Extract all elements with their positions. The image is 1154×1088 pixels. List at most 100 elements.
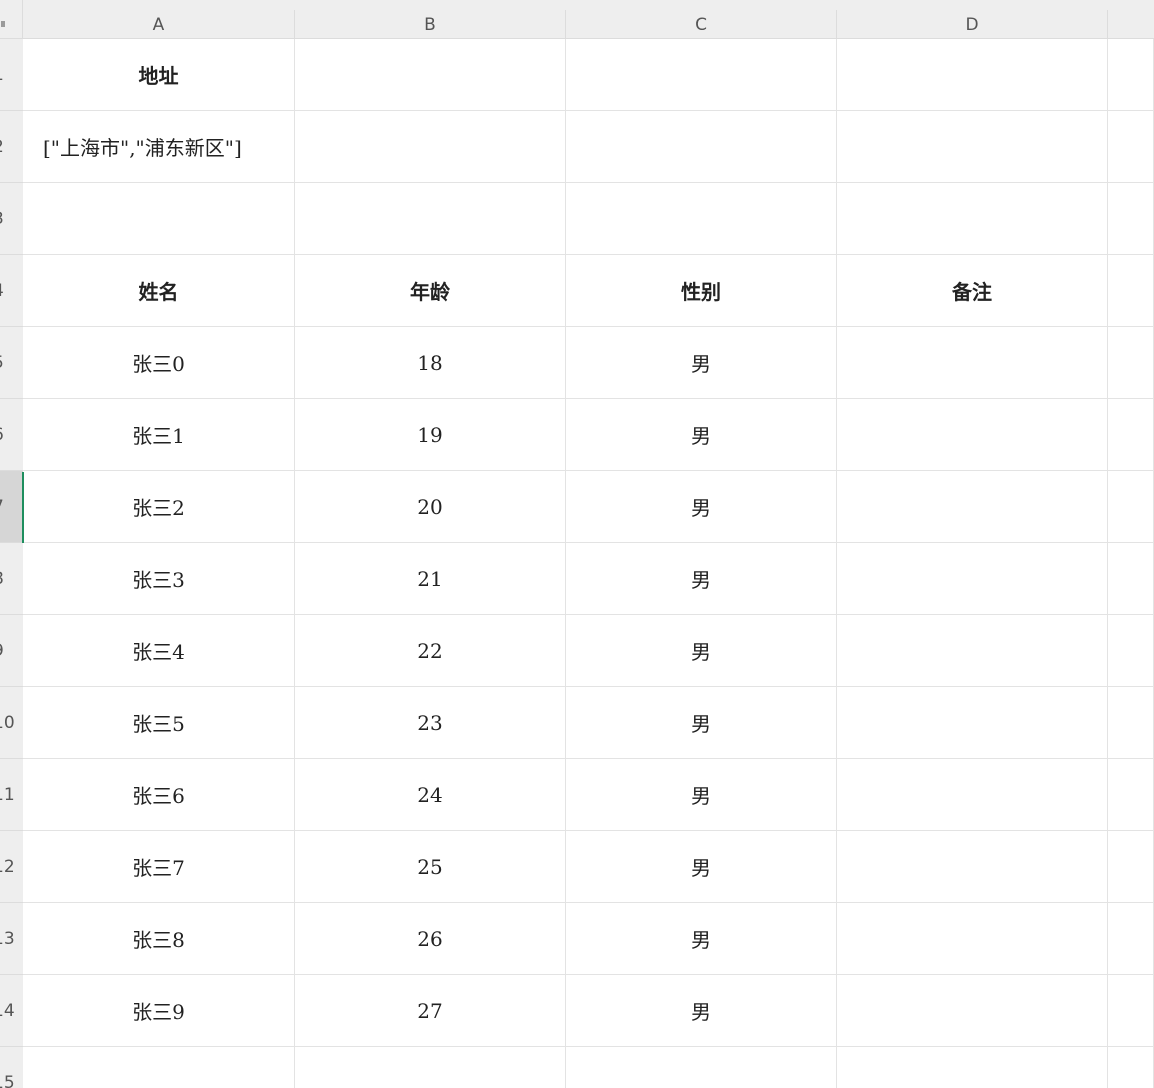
row-header-8[interactable]: 8 bbox=[0, 543, 23, 615]
row-header-1[interactable]: 1 bbox=[0, 39, 23, 111]
age-cell[interactable]: 18 bbox=[295, 327, 566, 399]
note-cell[interactable] bbox=[837, 471, 1108, 543]
name-cell[interactable]: 张三1 bbox=[23, 399, 295, 471]
empty-cell[interactable] bbox=[1108, 831, 1154, 903]
sheet-row-1: 地址 bbox=[23, 39, 1154, 111]
column-header-a[interactable]: A bbox=[23, 10, 295, 39]
row-header-14[interactable]: 14 bbox=[0, 975, 23, 1047]
cell-b1[interactable] bbox=[295, 39, 566, 111]
column-header-e[interactable] bbox=[1108, 10, 1154, 39]
name-cell[interactable]: 张三4 bbox=[23, 615, 295, 687]
cell-c1[interactable] bbox=[566, 39, 837, 111]
row-header-15[interactable]: 15 bbox=[0, 1047, 23, 1088]
name-cell[interactable]: 张三3 bbox=[23, 543, 295, 615]
empty-cell[interactable] bbox=[1108, 399, 1154, 471]
cell-e15[interactable] bbox=[1108, 1047, 1154, 1088]
age-cell[interactable]: 23 bbox=[295, 687, 566, 759]
empty-cell[interactable] bbox=[1108, 687, 1154, 759]
age-cell[interactable]: 25 bbox=[295, 831, 566, 903]
age-cell[interactable]: 20 bbox=[295, 471, 566, 543]
row-header-9[interactable]: 9 bbox=[0, 615, 23, 687]
row-header-3[interactable]: 3 bbox=[0, 183, 23, 255]
table-row: 张三0 18 男 bbox=[23, 327, 1154, 399]
cell-a1[interactable]: 地址 bbox=[23, 39, 295, 111]
header-cell-note[interactable]: 备注 bbox=[837, 255, 1108, 327]
name-cell[interactable]: 张三5 bbox=[23, 687, 295, 759]
row-header-12[interactable]: 12 bbox=[0, 831, 23, 903]
empty-cell[interactable] bbox=[1108, 903, 1154, 975]
age-cell[interactable]: 26 bbox=[295, 903, 566, 975]
gender-cell[interactable]: 男 bbox=[566, 903, 837, 975]
age-cell[interactable]: 24 bbox=[295, 759, 566, 831]
cell-a15[interactable] bbox=[23, 1047, 295, 1088]
row-header-6[interactable]: 6 bbox=[0, 399, 23, 471]
cell-d3[interactable] bbox=[837, 183, 1108, 255]
name-cell[interactable]: 张三9 bbox=[23, 975, 295, 1047]
cell-b15[interactable] bbox=[295, 1047, 566, 1088]
column-header-c[interactable]: C bbox=[566, 10, 837, 39]
name-cell[interactable]: 张三8 bbox=[23, 903, 295, 975]
gender-cell[interactable]: 男 bbox=[566, 471, 837, 543]
row-number: 4 bbox=[0, 281, 4, 301]
note-cell[interactable] bbox=[837, 975, 1108, 1047]
age-cell[interactable]: 22 bbox=[295, 615, 566, 687]
header-cell-gender[interactable]: 性别 bbox=[566, 255, 837, 327]
cell-e2[interactable] bbox=[1108, 111, 1154, 183]
cell-c15[interactable] bbox=[566, 1047, 837, 1088]
empty-cell[interactable] bbox=[1108, 615, 1154, 687]
note-cell[interactable] bbox=[837, 327, 1108, 399]
note-cell[interactable] bbox=[837, 615, 1108, 687]
empty-cell[interactable] bbox=[1108, 327, 1154, 399]
gender-cell[interactable]: 男 bbox=[566, 975, 837, 1047]
name-cell[interactable]: 张三0 bbox=[23, 327, 295, 399]
cell-e1[interactable] bbox=[1108, 39, 1154, 111]
cell-c2[interactable] bbox=[566, 111, 837, 183]
cell-b3[interactable] bbox=[295, 183, 566, 255]
name-cell[interactable]: 张三7 bbox=[23, 831, 295, 903]
age-cell[interactable]: 19 bbox=[295, 399, 566, 471]
row-header-2[interactable]: 2 bbox=[0, 111, 23, 183]
row-header-5[interactable]: 5 bbox=[0, 327, 23, 399]
age-cell[interactable]: 21 bbox=[295, 543, 566, 615]
row-header-11[interactable]: 11 bbox=[0, 759, 23, 831]
empty-cell[interactable] bbox=[1108, 471, 1154, 543]
cell-e3[interactable] bbox=[1108, 183, 1154, 255]
cell-c3[interactable] bbox=[566, 183, 837, 255]
column-header-b[interactable]: B bbox=[295, 10, 566, 39]
note-cell[interactable] bbox=[837, 759, 1108, 831]
cell-d2[interactable] bbox=[837, 111, 1108, 183]
age-cell[interactable]: 27 bbox=[295, 975, 566, 1047]
row-header-7[interactable]: 7 bbox=[0, 471, 23, 543]
gender-cell[interactable]: 男 bbox=[566, 327, 837, 399]
row-number: 6 bbox=[0, 425, 4, 445]
note-cell[interactable] bbox=[837, 399, 1108, 471]
empty-cell[interactable] bbox=[1108, 543, 1154, 615]
cell-d1[interactable] bbox=[837, 39, 1108, 111]
note-cell[interactable] bbox=[837, 687, 1108, 759]
row-header-4[interactable]: 4 bbox=[0, 255, 23, 327]
header-cell-age[interactable]: 年龄 bbox=[295, 255, 566, 327]
gender-cell[interactable]: 男 bbox=[566, 399, 837, 471]
name-cell[interactable]: 张三6 bbox=[23, 759, 295, 831]
cell-d15[interactable] bbox=[837, 1047, 1108, 1088]
note-cell[interactable] bbox=[837, 903, 1108, 975]
gender-cell[interactable]: 男 bbox=[566, 831, 837, 903]
gender-cell[interactable]: 男 bbox=[566, 615, 837, 687]
column-header-d[interactable]: D bbox=[837, 10, 1108, 39]
gender-cell[interactable]: 男 bbox=[566, 543, 837, 615]
cell-e4[interactable] bbox=[1108, 255, 1154, 327]
cell-b2[interactable] bbox=[295, 111, 566, 183]
empty-cell[interactable] bbox=[1108, 975, 1154, 1047]
row-header-10[interactable]: 10 bbox=[0, 687, 23, 759]
gender-cell[interactable]: 男 bbox=[566, 759, 837, 831]
name-cell[interactable]: 张三2 bbox=[23, 471, 295, 543]
note-cell[interactable] bbox=[837, 543, 1108, 615]
empty-cell[interactable] bbox=[1108, 759, 1154, 831]
select-all-corner[interactable] bbox=[0, 0, 23, 39]
row-header-13[interactable]: 13 bbox=[0, 903, 23, 975]
cell-a2[interactable]: ["上海市","浦东新区"] bbox=[23, 111, 295, 183]
note-cell[interactable] bbox=[837, 831, 1108, 903]
header-cell-name[interactable]: 姓名 bbox=[23, 255, 295, 327]
cell-a3[interactable] bbox=[23, 183, 295, 255]
gender-cell[interactable]: 男 bbox=[566, 687, 837, 759]
